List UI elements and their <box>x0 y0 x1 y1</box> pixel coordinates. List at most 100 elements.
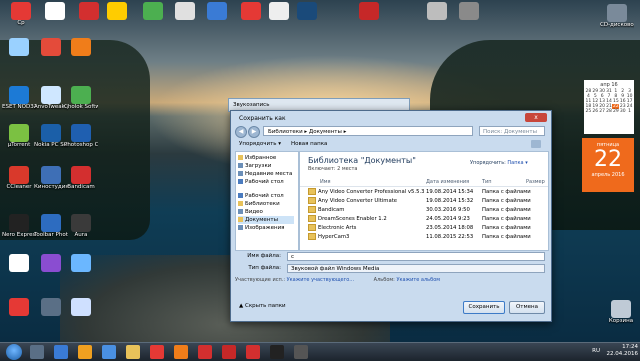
desktop-icon[interactable]: Nokia PC Suite <box>34 124 68 149</box>
sidebar-item[interactable]: Видео <box>238 208 263 216</box>
taskbar-app-icon[interactable] <box>126 345 140 359</box>
app-icon <box>359 2 379 20</box>
calendar-day[interactable]: 27 <box>599 109 606 114</box>
desktop-icon[interactable]: AnvoTweak утилита <box>34 86 68 111</box>
desktop-icon-top[interactable] <box>38 2 72 20</box>
taskbar-app-icon[interactable] <box>198 345 212 359</box>
clock-time[interactable]: 17:24 <box>607 344 638 351</box>
desktop-icon[interactable] <box>64 298 98 316</box>
desktop-icon-top[interactable] <box>420 2 454 20</box>
sidebar-item[interactable]: Избранное <box>238 154 276 162</box>
filename-input[interactable]: с <box>287 252 545 261</box>
authors-link[interactable]: Укажите участвующего... <box>287 277 354 283</box>
file-row[interactable]: DreamScenes Enabler 1.2 24.05.2014 9:23 Па… <box>300 215 548 224</box>
file-row[interactable]: Any Video Converter Professional v5.5.3 … <box>300 188 548 197</box>
file-row[interactable]: Electronic Arts 23.05.2014 18:08 Папка с ф… <box>300 224 548 233</box>
desktop-icon[interactable] <box>64 254 98 272</box>
desktop-icon[interactable]: Photoshop CS6 <box>64 124 98 149</box>
calendar-day[interactable]: 30 <box>619 109 626 114</box>
arrange-by[interactable]: Упорядочить: Папка ▾ <box>470 160 528 166</box>
taskbar-app-icon[interactable] <box>102 345 116 359</box>
col-size[interactable]: Размер <box>526 179 545 185</box>
calendar-month: апр 16 <box>600 82 618 88</box>
album-link[interactable]: Укажите альбом <box>396 277 440 283</box>
cd-drive-icon[interactable]: CD-дисковод <box>600 4 634 29</box>
organize-button[interactable]: Упорядочить ▾ <box>239 139 281 149</box>
clock-date[interactable]: 22.04.2016 <box>607 351 639 358</box>
save-button[interactable]: Сохранить <box>463 301 505 314</box>
calendar-day[interactable]: 26 <box>592 109 599 114</box>
taskbar-app-icon[interactable] <box>222 345 236 359</box>
sidebar-item[interactable]: Изображения <box>238 224 284 232</box>
desktop-icon[interactable]: Nero Express <box>2 214 36 239</box>
desktop-icon[interactable] <box>64 38 98 56</box>
file-row[interactable]: Any Video Converter Ultimate 19.08.2014 1… <box>300 197 548 206</box>
desktop-icon-top[interactable] <box>452 2 486 20</box>
desktop-icon-top[interactable] <box>136 2 170 20</box>
sidebar-item[interactable]: Загрузки <box>238 162 271 170</box>
language-indicator[interactable]: RU <box>592 348 600 354</box>
calendar-gadget[interactable]: апр 16 28 29 30 31 1 2 3 4 5 6 7 8 9 10 11 12 13 14 15 16 17… <box>584 80 634 134</box>
desktop-icon-top[interactable] <box>200 2 234 20</box>
col-name[interactable]: Имя <box>320 179 331 185</box>
filetype-select[interactable]: Звуковой файл Windows Media <box>287 264 545 273</box>
desktop-icon[interactable]: Bandicam <box>64 166 98 191</box>
taskbar-app-icon[interactable] <box>78 345 92 359</box>
sidebar-item[interactable]: Библиотеки <box>238 200 280 208</box>
col-type[interactable]: Тип <box>482 179 492 185</box>
desktop-icon[interactable]: CCleaner <box>2 166 36 191</box>
forward-arrow-icon[interactable]: ▶ <box>248 126 260 138</box>
desktop-icon-top[interactable] <box>290 2 324 20</box>
desktop-icon[interactable]: ESET NOD32 Antivirus <box>2 86 36 111</box>
desktop-icon[interactable]: Aura <box>64 214 98 239</box>
sidebar-item[interactable]: Рабочий стол <box>238 192 284 200</box>
hide-folders-button[interactable]: ▲ Скрыть папки <box>239 303 286 309</box>
date-tile[interactable]: пятница 22 апрель 2016 <box>582 138 634 192</box>
taskbar-app-icon[interactable] <box>270 345 284 359</box>
desktop-icon[interactable] <box>2 38 36 56</box>
desktop-icon[interactable] <box>34 254 68 272</box>
calendar-day[interactable]: 25 <box>585 109 592 114</box>
desktop-icon[interactable] <box>2 298 36 316</box>
calendar-day[interactable]: 1 <box>626 109 633 114</box>
calendar-day[interactable]: 28 <box>606 109 613 114</box>
col-date[interactable]: Дата изменения <box>426 179 469 185</box>
taskbar-app-icon[interactable] <box>246 345 260 359</box>
start-button[interactable] <box>6 344 22 360</box>
taskbar-app-icon[interactable] <box>150 345 164 359</box>
search-input[interactable]: Поиск: Документы <box>479 126 545 136</box>
new-folder-button[interactable]: Новая папка <box>291 139 327 149</box>
desktop-icon-top[interactable] <box>352 2 386 20</box>
desktop-icon[interactable]: Toolbar Photoshop <box>34 214 68 239</box>
cancel-button[interactable]: Отмена <box>509 301 545 314</box>
desktop-icon[interactable] <box>34 298 68 316</box>
back-arrow-icon[interactable]: ◀ <box>235 126 247 138</box>
desktop-icon-top[interactable] <box>100 2 134 20</box>
address-bar[interactable]: Библиотеки ▸ Документы ▸ <box>263 126 473 136</box>
desktop-icon[interactable] <box>2 254 36 272</box>
taskbar-app-icon[interactable] <box>54 345 68 359</box>
arrange-value[interactable]: Папка ▾ <box>507 160 527 166</box>
calendar-day[interactable]: 29 <box>612 109 619 114</box>
file-row[interactable]: HyperCam3 11.08.2015 22:53 Папка с файлами <box>300 233 548 242</box>
folder-icon <box>238 163 243 168</box>
desktop-icon[interactable]: µTorrent <box>2 124 36 149</box>
file-name: Bandicam <box>318 207 345 213</box>
desktop-icon-top[interactable] <box>168 2 202 20</box>
sidebar-item[interactable]: Документы <box>238 216 294 224</box>
file-name-cell: DreamScenes Enabler 1.2 <box>308 215 424 224</box>
taskbar-app-icon[interactable] <box>174 345 188 359</box>
view-options-icon[interactable] <box>531 140 541 148</box>
desktop-icon[interactable]: Киностудия Windows Live <box>34 166 68 191</box>
desktop-icon-top[interactable]: Cp <box>4 2 38 27</box>
file-row[interactable]: Bandicam 30.03.2016 9:50 Папка с файлами <box>300 206 548 215</box>
sidebar-item[interactable]: Недавние места <box>238 170 292 178</box>
recycle-bin-icon[interactable]: Корзина <box>604 300 638 325</box>
save-as-dialog[interactable]: Сохранить как x ◀ ▶ Библиотеки ▸ Докумен… <box>230 110 552 322</box>
sidebar-item[interactable]: Рабочий стол <box>238 178 284 186</box>
close-button[interactable]: x <box>525 113 547 122</box>
taskbar-app-icon[interactable] <box>294 345 308 359</box>
taskbar-app-icon[interactable] <box>30 345 44 359</box>
desktop-icon[interactable] <box>34 38 68 56</box>
desktop-icon[interactable]: Cholok Softwa <box>64 86 98 111</box>
